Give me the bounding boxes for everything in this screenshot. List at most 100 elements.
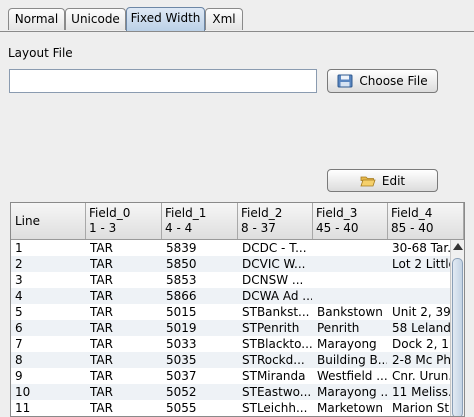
table-row[interactable]: 4 TAR 5866 DCWA Ad ... — [11, 288, 451, 304]
cell-field-1: 5052 — [166, 385, 197, 399]
table-row[interactable]: 1 TAR 5839 DCDC - T... 30-68 Tar... — [11, 240, 452, 256]
cell-field-4: Dock 2, 1... — [392, 337, 452, 351]
layout-file-input[interactable] — [9, 69, 317, 93]
cell-line: 11 — [15, 401, 31, 415]
tab-bar: Normal Unicode Fixed Width Xml — [0, 0, 474, 32]
table-header: Line Field_0 1 - 3 Field_1 4 - 4 Field_2 8 … — [11, 203, 464, 240]
cell-field-4: Marion Str... — [392, 401, 452, 415]
cell-field-1: 5035 — [166, 353, 197, 367]
cell-field-1: 5866 — [166, 289, 197, 303]
cell-field-2: STLeichh... — [242, 401, 308, 415]
choose-file-label: Choose File — [359, 74, 428, 88]
cell-field-0: TAR — [90, 401, 113, 415]
cell-field-3: Marayong — [317, 337, 377, 351]
cell-field-2: DCNSW ... — [242, 273, 304, 287]
cell-field-1: 5033 — [166, 337, 197, 351]
cell-field-4: 58 Leland... — [392, 321, 452, 335]
tab-xml[interactable]: Xml — [205, 8, 243, 30]
cell-line: 10 — [15, 385, 31, 399]
cell-field-4: 2-8 Mc Ph... — [392, 353, 452, 367]
table-row[interactable]: 9 TAR 5037 STMiranda Westfield ... Cnr. Urun.… — [11, 368, 452, 384]
cell-line: 1 — [15, 241, 23, 255]
cell-field-3 — [317, 256, 387, 272]
cell-line: 7 — [15, 337, 23, 351]
cell-field-0: TAR — [90, 305, 113, 319]
table-row[interactable]: 10 TAR 5052 STEastwo... Marayong ... 11 Melis… — [11, 384, 452, 400]
cell-field-4: 30-68 Tar... — [392, 241, 452, 255]
edit-label: Edit — [381, 173, 406, 188]
cell-field-0: TAR — [90, 257, 113, 271]
vertical-scrollbar[interactable] — [450, 240, 464, 416]
cell-field-4: Cnr. Urun... — [392, 369, 452, 383]
floppy-disk-icon — [337, 74, 353, 88]
table-row[interactable]: 7 TAR 5033 STBlackto... Marayong Dock 2, 1... — [11, 336, 452, 352]
cell-line: 6 — [15, 321, 23, 335]
cell-field-4 — [392, 288, 452, 304]
table-row[interactable]: 11 TAR 5055 STLeichh... Marketown Marion Str.… — [11, 400, 452, 416]
scroll-up-arrow-icon[interactable] — [453, 243, 463, 250]
scroll-thumb[interactable] — [452, 258, 463, 416]
cell-field-0: TAR — [90, 241, 113, 255]
tab-fixed-width[interactable]: Fixed Width — [126, 7, 205, 32]
cell-line: 5 — [15, 305, 23, 319]
cell-field-3: Building B... — [317, 353, 387, 367]
cell-field-2: STEastwo... — [242, 385, 312, 399]
cell-field-3: Marayong ... — [317, 385, 387, 399]
cell-field-4: Unit 2, 39-... — [392, 305, 452, 319]
open-folder-icon — [360, 174, 376, 188]
table-row[interactable]: 2 TAR 5850 DCVIC W... Lot 2 Little... — [11, 256, 452, 272]
header-field-4[interactable]: Field_4 85 - 40 — [388, 203, 464, 239]
header-field-2[interactable]: Field_2 8 - 37 — [238, 203, 313, 239]
cell-field-1: 5015 — [166, 305, 197, 319]
cell-field-3 — [317, 288, 387, 304]
layout-file-label: Layout File — [8, 46, 73, 60]
cell-field-0: TAR — [90, 321, 113, 335]
choose-file-button[interactable]: Choose File — [327, 69, 438, 93]
table-row[interactable]: 3 TAR 5853 DCNSW ... — [11, 272, 451, 288]
cell-field-3: Penrith — [317, 321, 360, 335]
cell-field-2: DCWA Ad ... — [242, 289, 312, 303]
cell-field-0: TAR — [90, 385, 113, 399]
cell-field-0: TAR — [90, 289, 113, 303]
cell-field-2: STRockd... — [242, 353, 305, 367]
cell-field-3 — [317, 240, 387, 256]
cell-line: 2 — [15, 257, 23, 271]
data-table[interactable]: Line Field_0 1 - 3 Field_1 4 - 4 Field_2 8 … — [10, 202, 465, 417]
cell-field-2: STPenrith — [242, 321, 300, 335]
cell-field-3: Marketown — [317, 401, 384, 415]
tab-normal[interactable]: Normal — [8, 8, 65, 30]
cell-field-1: 5850 — [166, 257, 197, 271]
cell-line: 4 — [15, 289, 23, 303]
header-line[interactable]: Line — [11, 203, 86, 239]
header-field-3[interactable]: Field_3 45 - 40 — [313, 203, 388, 239]
cell-field-1: 5839 — [166, 241, 197, 255]
cell-field-1: 5853 — [166, 273, 197, 287]
edit-button[interactable]: Edit — [327, 169, 438, 192]
cell-field-4: Lot 2 Little... — [392, 257, 452, 271]
table-row[interactable]: 5 TAR 5015 STBankst... Bankstown Unit 2, 39-.… — [11, 304, 452, 320]
header-field-1[interactable]: Field_1 4 - 4 — [162, 203, 238, 239]
cell-field-2: DCVIC W... — [242, 257, 306, 271]
tab-unicode[interactable]: Unicode — [65, 8, 126, 30]
cell-line: 9 — [15, 369, 23, 383]
cell-field-3: Westfield ... — [317, 369, 387, 383]
table-row[interactable]: 8 TAR 5035 STRockd... Building B... 2-8 Mc Ph… — [11, 352, 452, 368]
cell-field-2: STBankst... — [242, 305, 310, 319]
cell-line: 3 — [15, 273, 23, 287]
fixed-width-panel: Layout File Choose File Edit Line Field_… — [0, 32, 474, 417]
cell-field-1: 5019 — [166, 321, 197, 335]
cell-field-1: 5037 — [166, 369, 197, 383]
cell-field-2: STBlackto... — [242, 337, 312, 351]
cell-field-0: TAR — [90, 273, 113, 287]
cell-field-3: Bankstown — [317, 305, 383, 319]
cell-field-0: TAR — [90, 369, 113, 383]
cell-field-4: 11 Meliss... — [392, 385, 452, 399]
cell-field-3 — [317, 272, 387, 288]
header-field-0[interactable]: Field_0 1 - 3 — [86, 203, 162, 239]
table-row[interactable]: 6 TAR 5019 STPenrith Penrith 58 Leland... — [11, 320, 452, 336]
cell-field-2: STMiranda — [242, 369, 306, 383]
cell-field-0: TAR — [90, 353, 113, 367]
cell-field-0: TAR — [90, 337, 113, 351]
cell-field-1: 5055 — [166, 401, 197, 415]
cell-field-4 — [392, 272, 452, 288]
